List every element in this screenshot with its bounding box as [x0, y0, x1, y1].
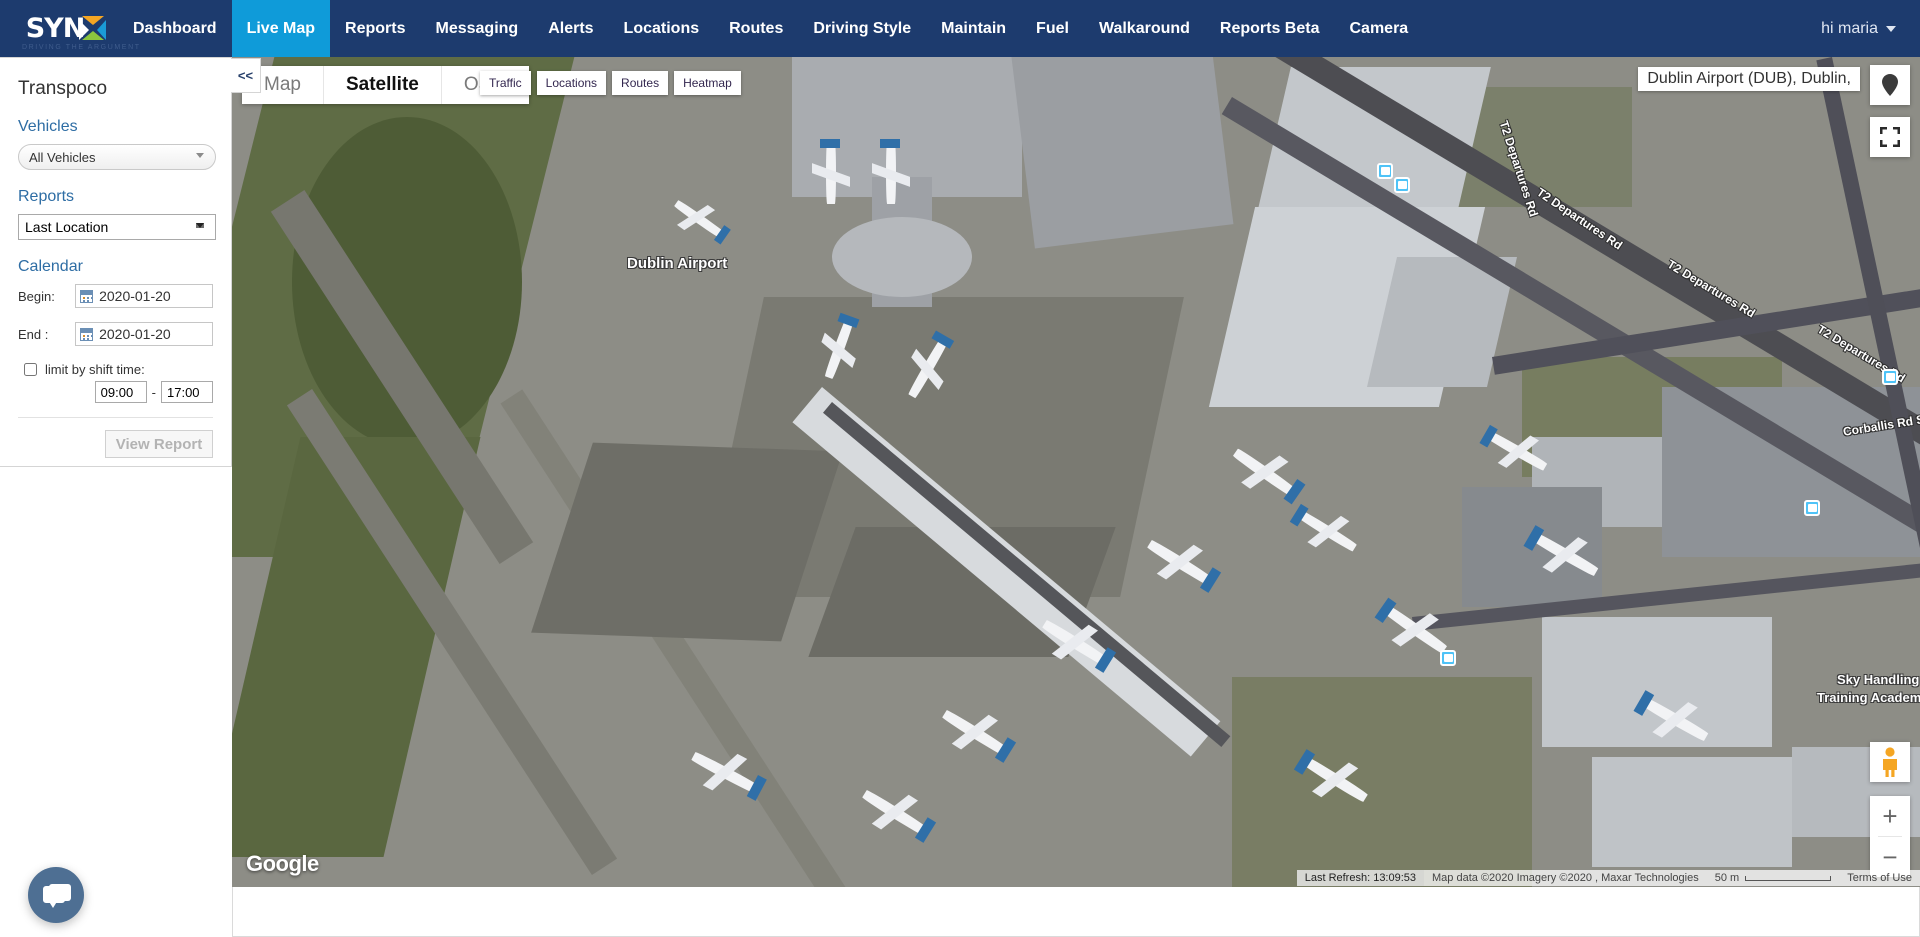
calendar-label: Calendar	[18, 258, 83, 275]
shift-from-wrap[interactable]: 09:00	[94, 381, 147, 403]
nav-item-reports[interactable]: Reports	[330, 0, 420, 57]
vehicles-select[interactable]: All Vehicles	[18, 144, 216, 170]
report-sidebar: << Transpoco Vehicles All Vehicles Repor…	[0, 57, 261, 467]
shift-time-row: limit by shift time:	[18, 362, 213, 377]
limit-by-shift-time-label: limit by shift time:	[45, 362, 145, 377]
bus-stop-icon[interactable]	[1882, 369, 1898, 385]
logo-x-icon	[79, 15, 107, 42]
begin-date-label: Begin:	[18, 288, 55, 304]
zoom-in-button[interactable]: +	[1870, 796, 1910, 836]
bus-stop-icon[interactable]	[1804, 500, 1820, 516]
nav-item-driving-style[interactable]: Driving Style	[798, 0, 926, 57]
end-date-row: End : 2020-01-20	[18, 322, 213, 346]
nav-item-locations[interactable]: Locations	[609, 0, 715, 57]
end-date-value: 2020-01-20	[99, 326, 171, 342]
chat-widget-button[interactable]	[28, 867, 84, 923]
app-logo[interactable]: SYN DRIVING THE ARGUMENT	[0, 0, 139, 57]
view-report-button[interactable]: View Report	[105, 430, 213, 458]
bus-stop-icon[interactable]	[1394, 177, 1410, 193]
nav-item-routes[interactable]: Routes	[714, 0, 798, 57]
nav-item-camera[interactable]: Camera	[1334, 0, 1423, 57]
chat-bubble-front-icon	[43, 886, 65, 908]
fullscreen-button[interactable]	[1870, 117, 1910, 157]
shift-to-select[interactable]: 17:00	[161, 381, 213, 403]
bottom-panel	[232, 887, 1920, 937]
place-label: Dublin Airport (DUB), Dublin,	[1638, 67, 1860, 91]
nav-items: Dashboard Live Map Reports Messaging Alerts L…	[118, 0, 1423, 57]
chevron-down-icon	[1886, 25, 1896, 32]
map-type-satellite[interactable]: Satellite	[323, 66, 442, 104]
user-menu-label: hi maria	[1821, 19, 1878, 37]
google-logo: Google	[246, 851, 319, 876]
last-refresh-status: Last Refresh: 13:09:53	[1296, 870, 1425, 886]
calendar-icon[interactable]	[80, 289, 94, 303]
bus-stop-icon[interactable]	[1377, 163, 1393, 179]
reports-select-wrap[interactable]: Last Location	[18, 214, 216, 240]
end-date-field[interactable]: 2020-01-20	[75, 322, 213, 346]
map-layer-controls: Traffic Locations Routes Heatmap	[480, 71, 741, 95]
begin-date-value: 2020-01-20	[99, 288, 171, 304]
vehicles-label: Vehicles	[18, 118, 78, 135]
logo-tagline: DRIVING THE ARGUMENT	[22, 44, 141, 51]
layer-toggle-traffic[interactable]: Traffic	[480, 71, 531, 95]
shift-time-selects: 09:00 - 17:00	[18, 381, 213, 403]
map-data-credit: Map data ©2020 Imagery ©2020 , Maxar Tec…	[1424, 870, 1707, 886]
satellite-imagery: Dublin Airport Sky Handling Training Acade…	[232, 57, 1920, 887]
limit-by-shift-time-checkbox[interactable]	[24, 363, 37, 376]
map-attribution: Last Refresh: 13:09:53 Map data ©2020 Im…	[1296, 869, 1920, 887]
bus-stop-icon[interactable]	[1440, 650, 1456, 666]
shift-to-wrap[interactable]: 17:00	[161, 381, 213, 403]
layer-toggle-routes[interactable]: Routes	[612, 71, 669, 95]
reports-select[interactable]: Last Location	[18, 214, 216, 240]
nav-item-live-map[interactable]: Live Map	[231, 0, 331, 57]
company-name: Transpoco	[18, 78, 108, 99]
pegman-icon	[1883, 747, 1897, 777]
end-date-label: End :	[18, 326, 49, 342]
nav-item-alerts[interactable]: Alerts	[533, 0, 608, 57]
street-view-pegman-button[interactable]	[1870, 742, 1910, 782]
layer-toggle-heatmap[interactable]: Heatmap	[674, 71, 741, 95]
map-pin-button[interactable]	[1870, 65, 1910, 105]
user-menu[interactable]: hi maria	[1821, 0, 1896, 57]
reports-label: Reports	[18, 188, 75, 205]
layer-toggle-locations[interactable]: Locations	[536, 71, 607, 95]
begin-date-field[interactable]: 2020-01-20	[75, 284, 213, 308]
logo-text: SYN	[25, 13, 86, 44]
calendar-icon[interactable]	[80, 327, 94, 341]
fullscreen-icon	[1880, 127, 1900, 147]
nav-item-maintain[interactable]: Maintain	[926, 0, 1021, 57]
zoom-controls: + −	[1870, 796, 1910, 877]
nav-item-fuel[interactable]: Fuel	[1021, 0, 1084, 57]
nav-item-messaging[interactable]: Messaging	[421, 0, 534, 57]
live-map[interactable]: Dublin Airport Sky Handling Training Acade…	[232, 57, 1920, 887]
sidebar-collapse-button[interactable]: <<	[231, 58, 261, 93]
terms-of-use-link[interactable]: Terms of Use	[1839, 870, 1920, 886]
map-scale-bar	[1745, 875, 1832, 881]
shift-from-select[interactable]: 09:00	[94, 381, 147, 403]
time-range-dash: -	[151, 384, 156, 400]
map-scale-value: 50 m	[1714, 872, 1740, 884]
map-scale: 50 m	[1706, 870, 1840, 886]
view-report-row: View Report	[18, 417, 213, 458]
nav-item-reports-beta[interactable]: Reports Beta	[1205, 0, 1335, 57]
begin-date-row: Begin: 2020-01-20	[18, 284, 213, 308]
map-pin-icon	[1882, 74, 1898, 96]
main-content: << Transpoco Vehicles All Vehicles Repor…	[0, 57, 1920, 937]
vehicles-select-wrap[interactable]: All Vehicles	[18, 144, 216, 170]
nav-item-walkaround[interactable]: Walkaround	[1084, 0, 1205, 57]
top-navigation-bar: SYN DRIVING THE ARGUMENT Dashboard Live M…	[0, 0, 1920, 57]
